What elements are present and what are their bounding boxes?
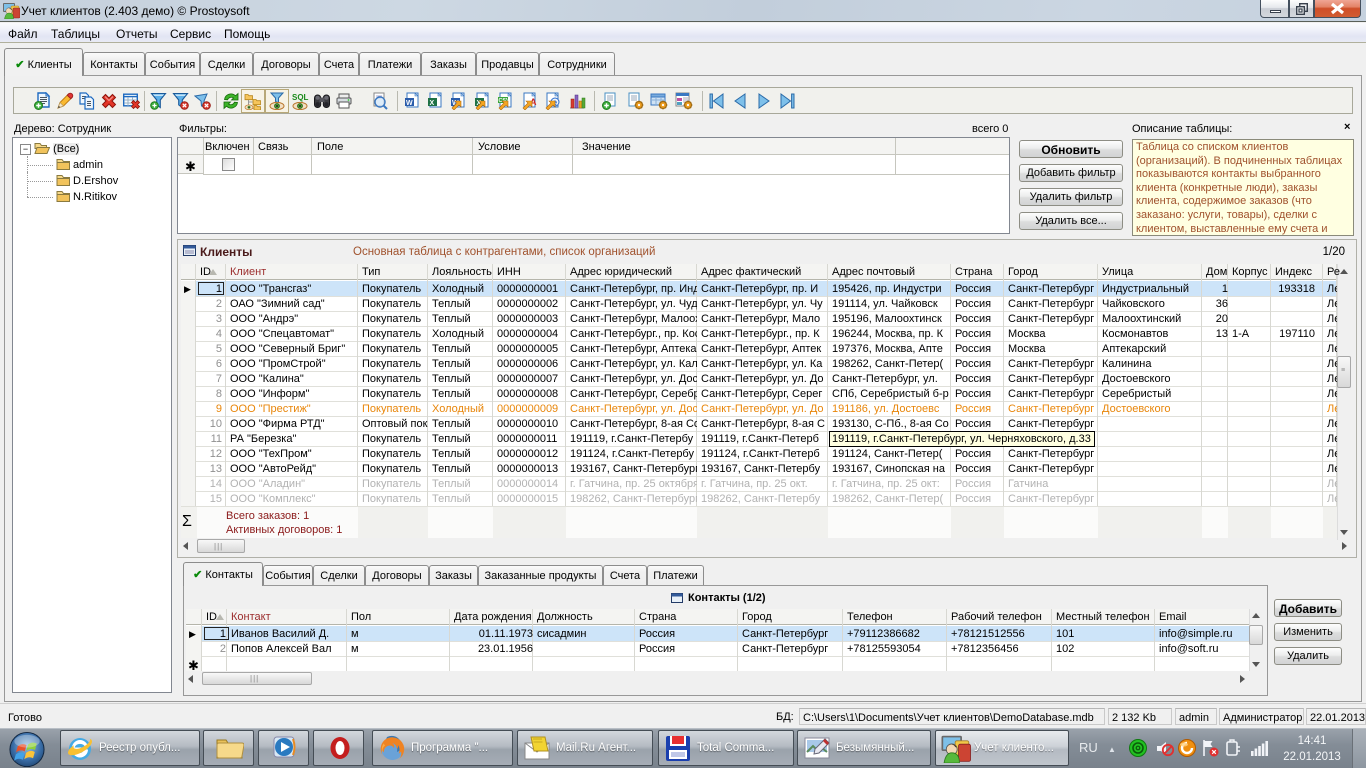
svg-text:W: W [406,100,413,107]
svg-text:X: X [430,100,435,107]
svg-text:SQL: SQL [292,93,309,102]
